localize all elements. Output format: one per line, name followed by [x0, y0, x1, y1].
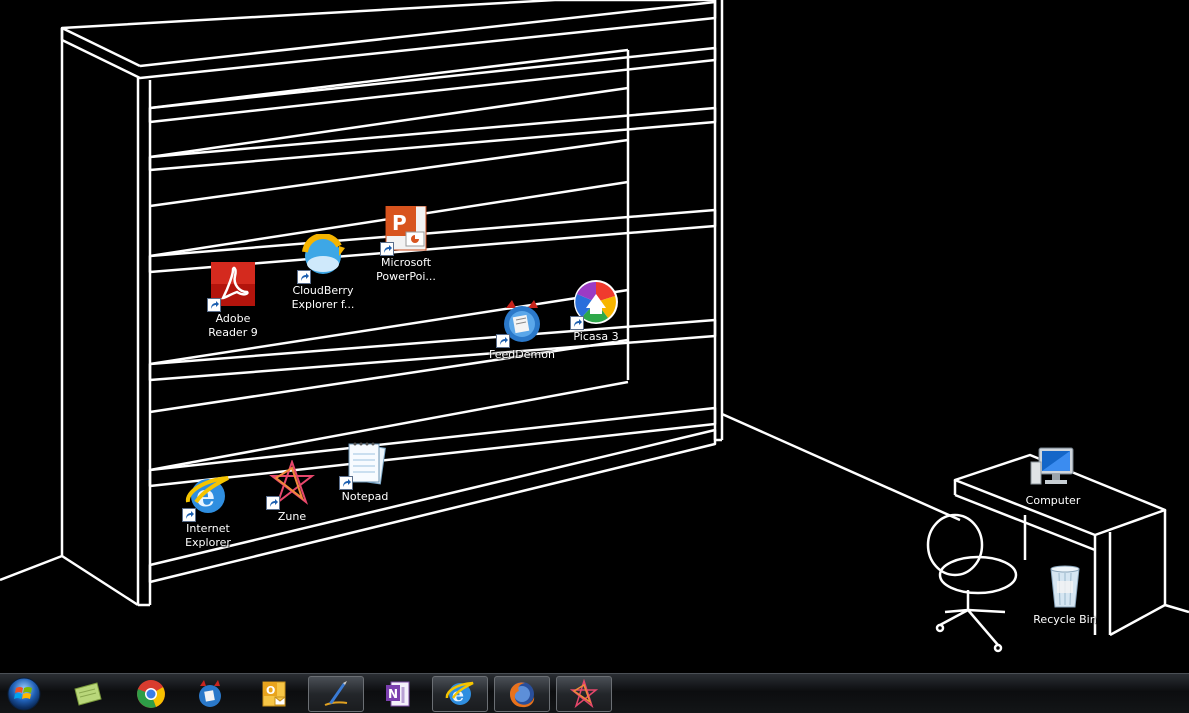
- desktop-icon-internet-explorer[interactable]: e Internet Explorer: [166, 472, 250, 550]
- taskbar-item-feeddemon[interactable]: [182, 676, 238, 712]
- desktop-icon-feeddemon[interactable]: FeedDemon: [480, 298, 564, 362]
- desktop-icon-label: Computer: [1025, 494, 1081, 507]
- taskbar-item-chrome[interactable]: [123, 676, 179, 712]
- desktop-icon-label: Notepad: [341, 490, 389, 503]
- zune-icon: [266, 458, 316, 510]
- cloudberry-icon: [297, 233, 347, 284]
- powerpoint-icon: P: [380, 205, 430, 256]
- desktop[interactable]: Adobe Reader 9 CloudBerry Explorer f... P …: [0, 0, 1189, 673]
- desktop-icon-recycle-bin[interactable]: Recycle Bin: [1023, 563, 1107, 627]
- desktop-icon-notepad[interactable]: Notepad: [323, 440, 407, 504]
- shortcut-arrow-icon: [266, 496, 280, 510]
- desktop-icon-adobe-reader[interactable]: Adobe Reader 9: [191, 262, 275, 340]
- feeddemon-icon: [496, 298, 546, 348]
- taskbar-item-live-writer[interactable]: [308, 676, 364, 712]
- desktop-icon-label: Adobe Reader 9: [208, 312, 258, 339]
- desktop-icon-label: Recycle Bin: [1033, 613, 1097, 626]
- recycle-bin-icon: [1041, 563, 1089, 611]
- onenote-icon: N: [386, 681, 410, 707]
- firefox-icon: [510, 682, 535, 708]
- taskbar: O N e: [0, 673, 1189, 713]
- windows-orb-icon: [7, 677, 41, 711]
- shortcut-arrow-icon: [207, 298, 221, 312]
- shortcut-arrow-icon: [182, 508, 196, 522]
- desktop-icon-label: Picasa 3: [573, 330, 619, 343]
- notepad-icon: [339, 440, 389, 490]
- desktop-icon-powerpoint[interactable]: P Microsoft PowerPoi...: [364, 205, 448, 284]
- taskbar-item-zune[interactable]: [556, 676, 612, 712]
- live-writer-icon: [324, 681, 348, 706]
- taskbar-item-internet-explorer[interactable]: e: [432, 676, 488, 712]
- taskbar-item-notes[interactable]: [60, 676, 116, 712]
- desktop-icon-cloudberry[interactable]: CloudBerry Explorer f...: [281, 233, 365, 312]
- shortcut-arrow-icon: [496, 334, 510, 348]
- taskbar-item-outlook[interactable]: O: [246, 676, 302, 712]
- desktop-icon-label: FeedDemon: [489, 348, 555, 361]
- desktop-icon-computer[interactable]: Computer: [1011, 444, 1095, 508]
- shortcut-arrow-icon: [380, 242, 394, 256]
- svg-text:O: O: [266, 684, 275, 697]
- computer-icon: [1029, 444, 1077, 492]
- desktop-icon-zune[interactable]: Zune: [250, 458, 334, 524]
- shortcut-arrow-icon: [297, 270, 311, 284]
- svg-text:P: P: [392, 211, 407, 235]
- desktop-icon-label: CloudBerry Explorer f...: [291, 284, 355, 311]
- desktop-icon-label: Microsoft PowerPoi...: [376, 256, 436, 283]
- desktop-icon-picasa[interactable]: Picasa 3: [554, 280, 638, 344]
- shortcut-arrow-icon: [339, 476, 353, 490]
- start-button[interactable]: [4, 675, 44, 713]
- taskbar-item-onenote[interactable]: N: [370, 676, 426, 712]
- desktop-icon-label: Internet Explorer: [185, 522, 231, 549]
- adobe-reader-icon: [207, 262, 257, 312]
- taskbar-item-firefox[interactable]: [494, 676, 550, 712]
- internet-explorer-icon: e: [445, 681, 474, 706]
- shortcut-arrow-icon: [570, 316, 584, 330]
- internet-explorer-icon: e: [182, 472, 232, 522]
- svg-text:N: N: [388, 687, 398, 701]
- desktop-icon-label: Zune: [277, 510, 307, 523]
- outlook-icon: O: [262, 681, 286, 707]
- picasa-icon: [570, 280, 620, 330]
- notes-icon: [74, 682, 102, 706]
- zune-icon: [569, 679, 599, 709]
- feeddemon-icon: [199, 680, 221, 707]
- chrome-icon: [137, 680, 165, 708]
